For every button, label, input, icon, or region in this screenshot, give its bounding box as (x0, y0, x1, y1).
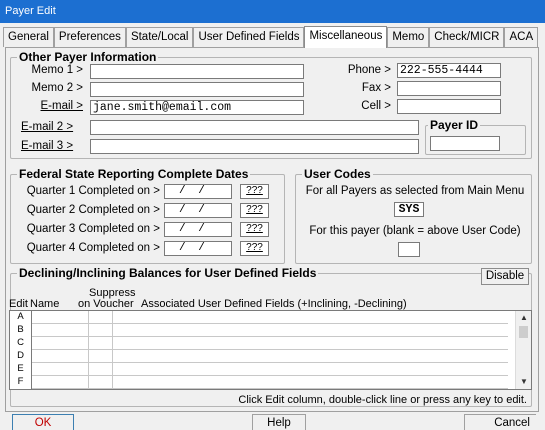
cell-field[interactable] (397, 99, 501, 114)
balances-group: Declining/Inclining Balances for User De… (9, 266, 532, 407)
tab-check-micr[interactable]: Check/MICR (429, 27, 505, 47)
grid-scrollbar[interactable]: ▲ ▼ (515, 311, 531, 389)
scroll-down-icon[interactable]: ▼ (516, 375, 532, 389)
memo1-label: Memo 1 > (31, 64, 83, 76)
tab-memo[interactable]: Memo (387, 27, 430, 47)
payer-id-field[interactable] (430, 136, 500, 151)
col-associated-header: Associated User Defined Fields (+Inclini… (141, 298, 407, 310)
this-payer-code-field[interactable] (398, 242, 420, 257)
all-payers-text: For all Payers as selected from Main Men… (305, 185, 525, 197)
quarter4-label: Quarter 4 Completed on > (26, 242, 160, 254)
balances-grid[interactable]: A B C D E F ▲ ▼ (9, 310, 532, 390)
row-header-b[interactable]: B (10, 324, 32, 337)
col-name-header: Name (30, 298, 60, 310)
other-payer-info-group: Other Payer Information Memo 1 > Memo 2 … (10, 50, 532, 159)
quarter1-label: Quarter 1 Completed on > (26, 185, 160, 197)
email2-field[interactable] (90, 120, 419, 135)
quarter2-lookup-button[interactable]: ??? (240, 203, 269, 218)
row-header-e[interactable]: E (10, 363, 32, 376)
phone-field[interactable]: 222-555-4444 (397, 63, 501, 78)
tab-strip: General Preferences State/Local User Def… (3, 26, 539, 48)
col-edit-header: Edit (9, 298, 28, 310)
disable-button[interactable]: Disable (481, 268, 529, 285)
quarter3-label: Quarter 3 Completed on > (26, 223, 160, 235)
other-payer-info-title: Other Payer Information (17, 50, 159, 64)
quarter1-lookup-button[interactable]: ??? (240, 184, 269, 199)
memo1-field[interactable] (90, 64, 304, 79)
row-header-c[interactable]: C (10, 337, 32, 350)
tab-state-local[interactable]: State/Local (125, 27, 194, 47)
fax-label: Fax > (361, 82, 391, 94)
balances-title: Declining/Inclining Balances for User De… (17, 266, 319, 280)
quarter2-date-field[interactable]: / / (164, 203, 232, 218)
this-payer-text: For this payer (blank = above User Code) (309, 225, 521, 237)
miscellaneous-page: Other Payer Information Memo 1 > Memo 2 … (5, 47, 539, 412)
memo2-field[interactable] (90, 82, 304, 97)
quarter4-lookup-button[interactable]: ??? (240, 241, 269, 256)
tab-preferences[interactable]: Preferences (53, 27, 126, 47)
row-header-d[interactable]: D (10, 350, 32, 363)
tab-miscellaneous[interactable]: Miscellaneous (304, 26, 388, 48)
table-row[interactable]: E (10, 363, 508, 376)
memo2-label: Memo 2 > (31, 82, 83, 94)
scroll-thumb[interactable] (519, 326, 528, 338)
table-row[interactable]: A (10, 311, 508, 324)
payer-id-group: Payer ID (425, 118, 526, 155)
grid-hint-text: Click Edit column, double-click line or … (238, 394, 527, 406)
window-titlebar: Payer Edit (0, 0, 545, 23)
phone-label: Phone > (347, 64, 391, 76)
quarter2-label: Quarter 2 Completed on > (26, 204, 160, 216)
cell-label: Cell > (361, 100, 391, 112)
window-title: Payer Edit (5, 5, 56, 17)
federal-reporting-group: Federal State Reporting Complete Dates Q… (10, 167, 285, 264)
federal-reporting-title: Federal State Reporting Complete Dates (17, 167, 251, 181)
table-row[interactable]: F (10, 376, 508, 389)
tab-user-defined-fields[interactable]: User Defined Fields (193, 27, 305, 47)
fax-field[interactable] (397, 81, 501, 96)
cancel-button[interactable]: Cancel (464, 414, 536, 430)
col-voucher-header: on Voucher (78, 298, 134, 310)
user-codes-group: User Codes For all Payers as selected fr… (295, 167, 532, 264)
email3-field[interactable] (90, 139, 419, 154)
email3-link[interactable]: E-mail 3 > (21, 140, 73, 152)
row-header-f[interactable]: F (10, 376, 32, 389)
quarter3-date-field[interactable]: / / (164, 222, 232, 237)
tab-general[interactable]: General (3, 27, 54, 47)
table-row[interactable]: B (10, 324, 508, 337)
email2-link[interactable]: E-mail 2 > (21, 121, 73, 133)
ok-button[interactable]: OK (12, 414, 74, 430)
all-payers-code-field[interactable]: SYS (394, 202, 424, 217)
email-field[interactable]: jane.smith@email.com (90, 100, 304, 115)
help-button[interactable]: Help (252, 414, 306, 430)
tab-aca[interactable]: ACA (504, 27, 539, 47)
quarter4-date-field[interactable]: / / (164, 241, 232, 256)
table-row[interactable]: D (10, 350, 508, 363)
scroll-up-icon[interactable]: ▲ (516, 311, 532, 325)
user-codes-title: User Codes (302, 167, 373, 181)
payer-id-label: Payer ID (428, 118, 481, 132)
table-row[interactable]: C (10, 337, 508, 350)
quarter1-date-field[interactable]: / / (164, 184, 232, 199)
quarter3-lookup-button[interactable]: ??? (240, 222, 269, 237)
row-header-a[interactable]: A (10, 311, 32, 324)
email-link[interactable]: E-mail > (15, 100, 84, 112)
